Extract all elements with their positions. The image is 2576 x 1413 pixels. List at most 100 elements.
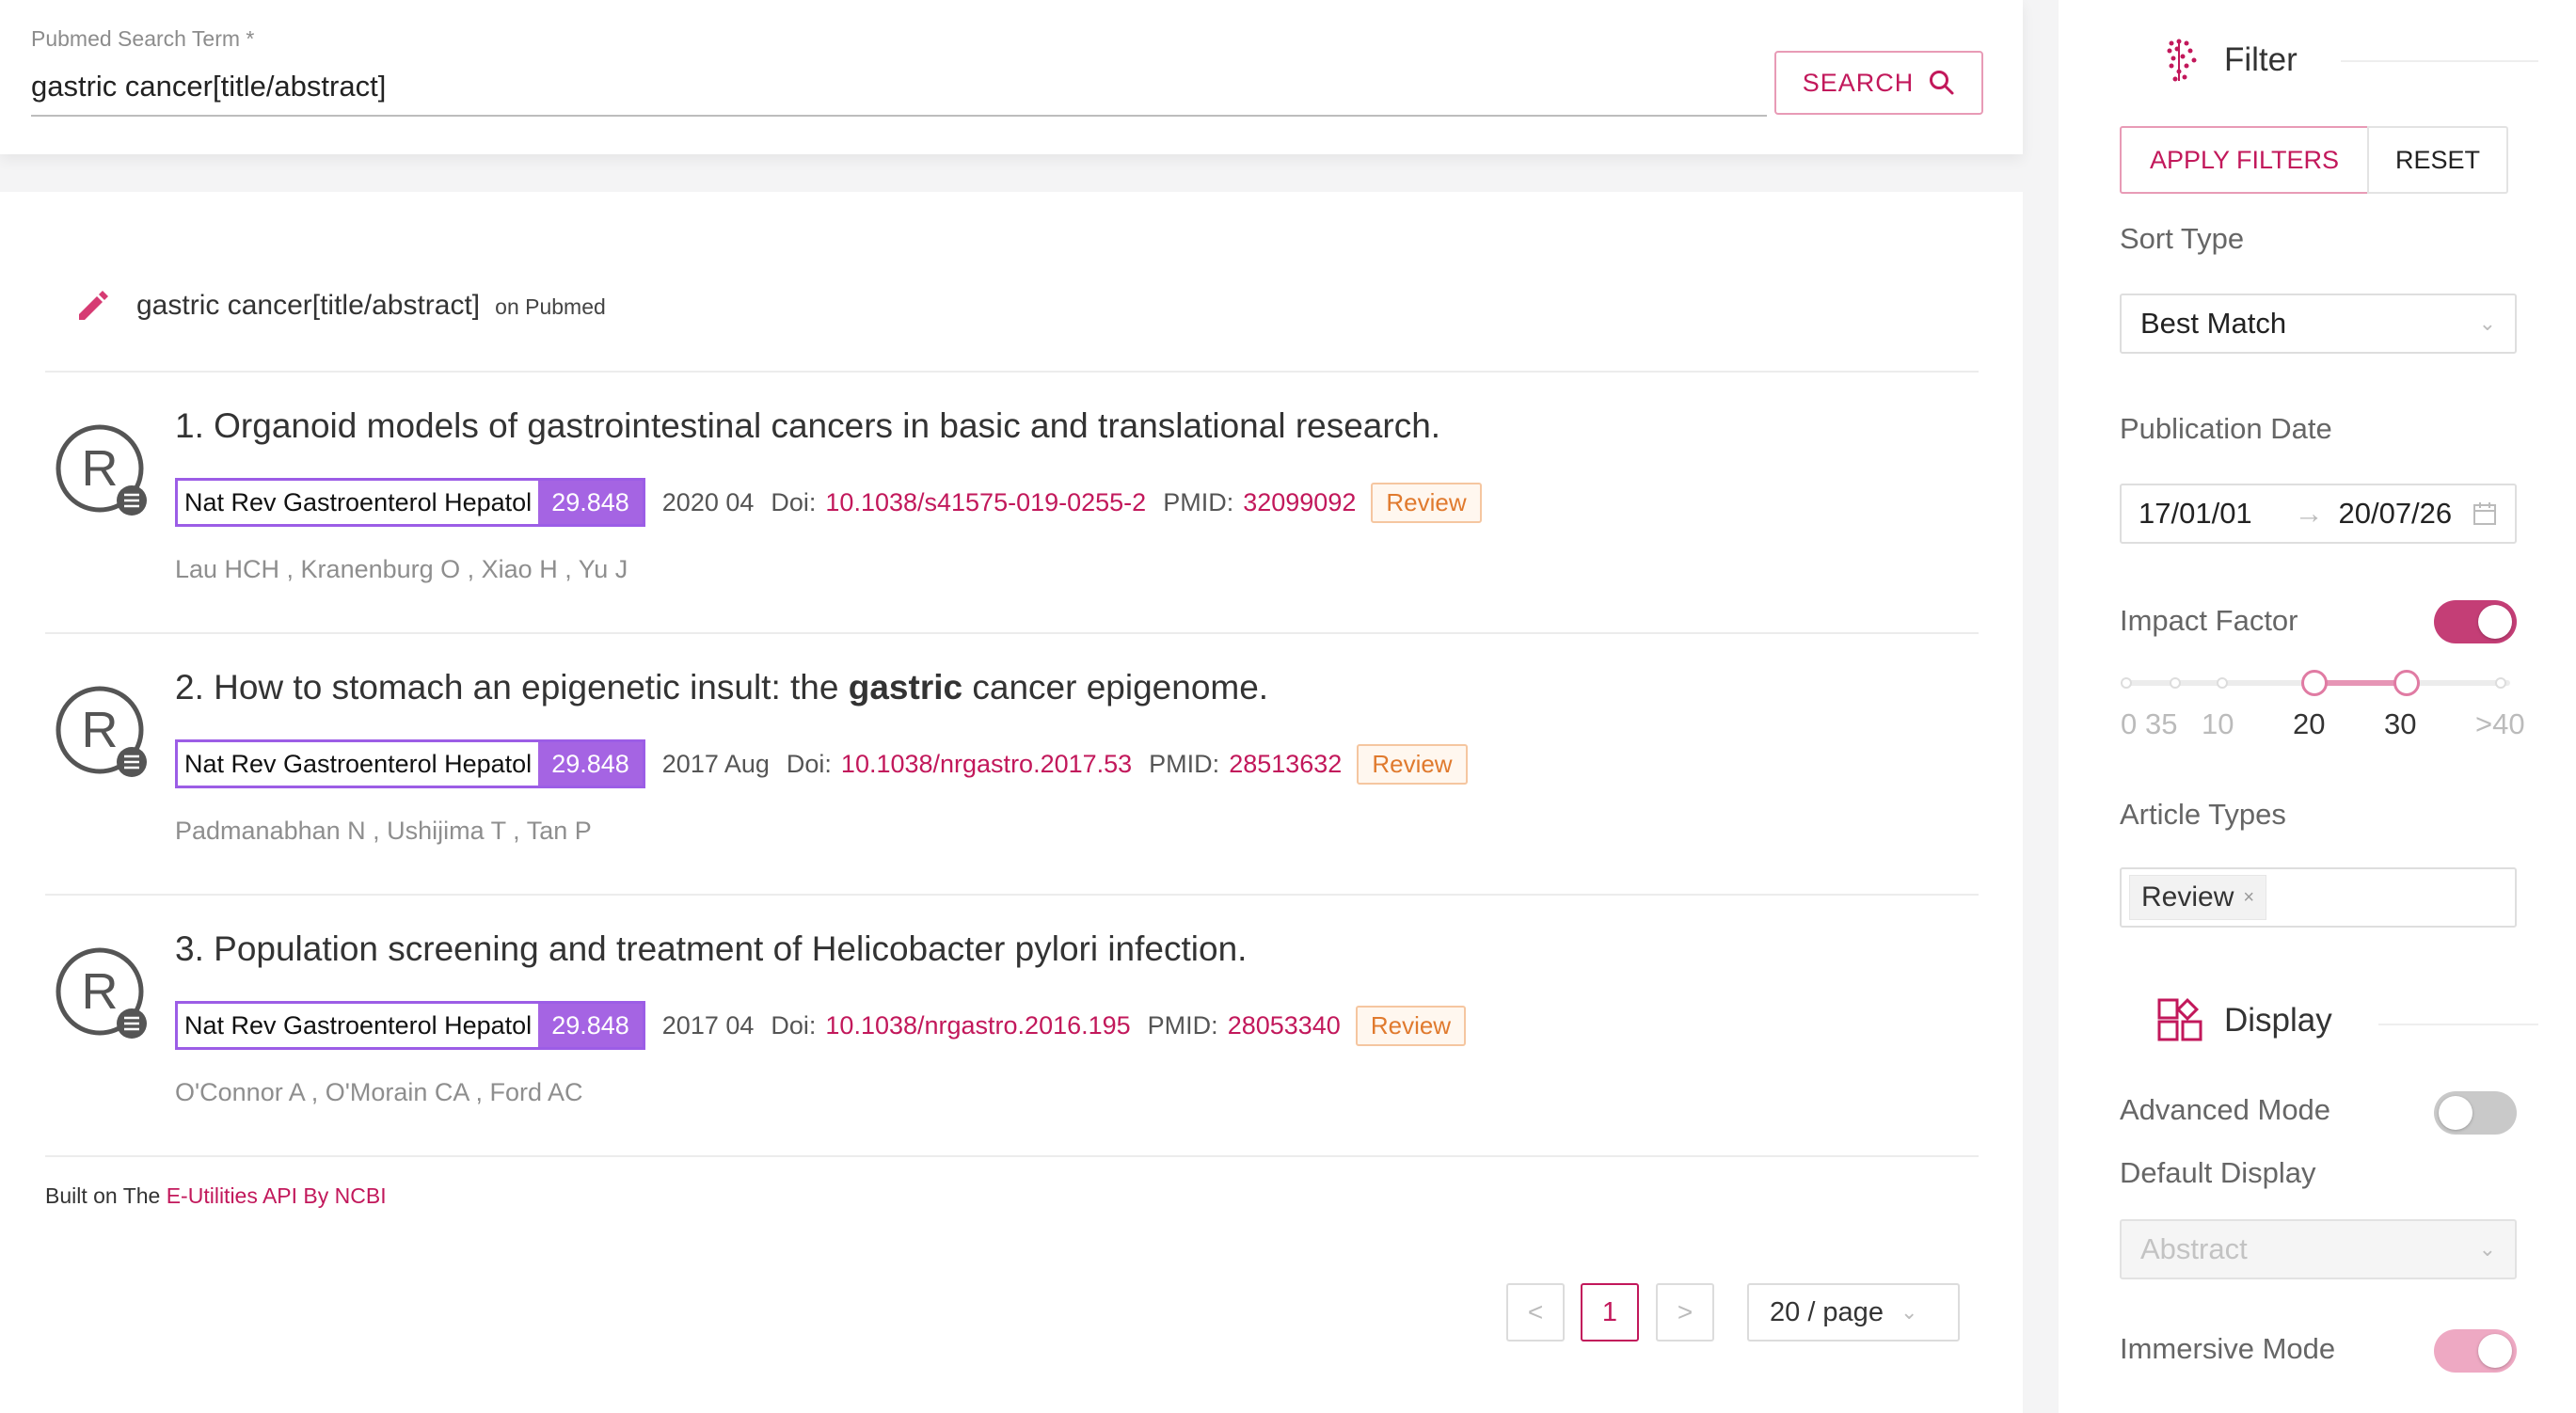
svg-text:R: R — [82, 963, 119, 1020]
doi-label: Doi: — [771, 1010, 817, 1040]
query-text: gastric cancer[title/abstract] — [136, 290, 481, 321]
filter-header: Filter — [2162, 38, 2298, 83]
article-type-chip: Review × — [2129, 875, 2267, 920]
doi-label: Doi: — [786, 749, 832, 778]
doi-link[interactable]: 10.1038/nrgastro.2017.53 — [841, 750, 1132, 779]
slider-dot — [2495, 677, 2506, 689]
impact-factor-toggle[interactable] — [2434, 600, 2517, 643]
pub-date: 2017 Aug — [661, 749, 770, 778]
search-button[interactable]: SEARCH — [1774, 51, 1983, 115]
filter-title: Filter — [2224, 41, 2298, 78]
toggle-knob — [2439, 1096, 2473, 1130]
reset-button[interactable]: RESET — [2367, 126, 2508, 194]
default-display-value: Abstract — [2140, 1232, 2248, 1265]
pmid-label: PMID: — [1147, 1010, 1218, 1040]
date-start[interactable]: 17/01/01 — [2139, 497, 2279, 531]
journal-name: Nat Rev Gastroenterol Hepatol — [184, 749, 533, 778]
result-title-suffix: cancer epigenome. — [962, 668, 1269, 706]
footer-note: Built on The E-Utilities API By NCBI — [45, 1183, 387, 1209]
filter-icon — [2167, 39, 2197, 82]
date-end[interactable]: 20/07/26 — [2338, 497, 2468, 531]
page-1-button[interactable]: 1 — [1581, 1283, 1639, 1342]
next-page-button[interactable]: > — [1656, 1283, 1714, 1342]
immersive-mode-toggle[interactable] — [2434, 1329, 2517, 1373]
edit-pencil-icon[interactable] — [73, 286, 111, 324]
impact-factor-slider[interactable] — [2121, 670, 2510, 696]
grid-icon — [2157, 997, 2202, 1041]
search-label: Pubmed Search Term * — [31, 26, 255, 51]
default-display-label: Default Display — [2120, 1156, 2316, 1189]
page-size-value: 20 / page — [1770, 1296, 1884, 1327]
impact-factor: 29.848 — [538, 1004, 643, 1047]
result-title[interactable]: 2. How to stomach an epigenetic insult: … — [175, 668, 1268, 707]
pmid-link[interactable]: 28053340 — [1228, 1011, 1341, 1040]
result-authors: Padmanabhan N , Ushijima T , Tan P — [175, 817, 592, 845]
slider-handle-max[interactable] — [2393, 670, 2420, 696]
advanced-mode-toggle[interactable] — [2434, 1091, 2517, 1135]
default-display-select[interactable]: Abstract ⌄ — [2120, 1219, 2517, 1279]
article-type-tag: Review — [1357, 743, 1468, 785]
result-authors: Lau HCH , Kranenburg O , Xiao H , Yu J — [175, 555, 628, 583]
article-type-tag: Review — [1371, 482, 1482, 523]
publication-date-label: Publication Date — [2120, 412, 2332, 445]
result-meta: Nat Rev Gastroenterol Hepatol 29.848 202… — [175, 478, 1482, 527]
search-card: Pubmed Search Term * SEARCH — [0, 0, 2023, 154]
footer-link[interactable]: E-Utilities API By NCBI — [167, 1183, 387, 1208]
query-summary: gastric cancer[title/abstract] on Pubmed — [136, 290, 606, 322]
result-title[interactable]: 3. Population screening and treatment of… — [175, 929, 1247, 969]
search-button-label: SEARCH — [1802, 68, 1915, 97]
close-icon[interactable]: × — [2243, 887, 2254, 909]
pmid-label: PMID: — [1149, 749, 1220, 778]
footer-prefix: Built on The — [45, 1183, 167, 1208]
journal-name: Nat Rev Gastroenterol Hepatol — [184, 1010, 533, 1040]
journal-badge: Nat Rev Gastroenterol Hepatol 29.848 — [175, 739, 645, 788]
article-types-label: Article Types — [2120, 798, 2286, 831]
query-source: on Pubmed — [495, 294, 606, 319]
result-authors: O'Connor A , O'Morain CA , Ford AC — [175, 1078, 583, 1106]
slider-mark: 20 — [2293, 707, 2326, 740]
chevron-down-icon: ⌄ — [2478, 1237, 2496, 1261]
registered-icon: R — [56, 424, 147, 516]
display-header: Display — [2156, 997, 2332, 1044]
divider — [2378, 1024, 2538, 1025]
doi-link[interactable]: 10.1038/nrgastro.2016.195 — [825, 1011, 1130, 1040]
pmid-link[interactable]: 32099092 — [1243, 488, 1356, 517]
chevron-down-icon: ⌄ — [1900, 1300, 1918, 1324]
immersive-mode-label: Immersive Mode — [2120, 1332, 2336, 1365]
sort-type-select[interactable]: Best Match ⌄ — [2120, 294, 2517, 354]
impact-factor: 29.848 — [538, 481, 643, 524]
result-title[interactable]: 1. Organoid models of gastrointestinal c… — [175, 406, 1440, 446]
result-item: R 1. Organoid models of gastrointestinal… — [45, 373, 1979, 632]
divider — [2341, 60, 2538, 62]
slider-handle-min[interactable] — [2301, 670, 2328, 696]
doi-link[interactable]: 10.1038/s41575-019-0255-2 — [825, 488, 1146, 517]
prev-page-button[interactable]: < — [1506, 1283, 1565, 1342]
pmid-link[interactable]: 28513632 — [1229, 750, 1342, 779]
date-arrow: → — [2294, 497, 2324, 530]
date-range-picker[interactable]: 17/01/01 → 20/07/26 — [2120, 484, 2517, 544]
article-types-select[interactable]: Review × — [2120, 867, 2517, 928]
filter-sidebar: Filter APPLY FILTERS RESET Sort Type Bes… — [2059, 0, 2576, 1413]
result-item: R 3. Population screening and treatment … — [45, 896, 1979, 1155]
slider-mark: 35 — [2145, 707, 2178, 740]
impact-factor-label: Impact Factor — [2120, 604, 2298, 637]
slider-mark: 0 — [2121, 707, 2138, 740]
toggle-knob — [2478, 1334, 2512, 1368]
results-card: gastric cancer[title/abstract] on Pubmed… — [0, 192, 2023, 1413]
slider-dot — [2121, 677, 2132, 689]
slider-dot — [2170, 677, 2181, 689]
chevron-down-icon: ⌄ — [2478, 311, 2496, 335]
article-type-tag: Review — [1355, 1005, 1467, 1046]
page-size-select[interactable]: 20 / page ⌄ — [1747, 1283, 1960, 1342]
journal-badge: Nat Rev Gastroenterol Hepatol 29.848 — [175, 478, 645, 527]
registered-icon: R — [56, 686, 147, 777]
pub-date: 2017 04 — [661, 1010, 755, 1040]
display-title: Display — [2224, 1002, 2332, 1039]
search-input[interactable] — [31, 58, 1767, 117]
result-meta: Nat Rev Gastroenterol Hepatol 29.848 201… — [175, 739, 1468, 788]
apply-filters-button[interactable]: APPLY FILTERS — [2120, 126, 2369, 194]
registered-icon: R — [56, 947, 147, 1039]
slider-dot — [2217, 677, 2228, 689]
calendar-icon — [2473, 502, 2496, 525]
advanced-mode-label: Advanced Mode — [2120, 1093, 2331, 1126]
